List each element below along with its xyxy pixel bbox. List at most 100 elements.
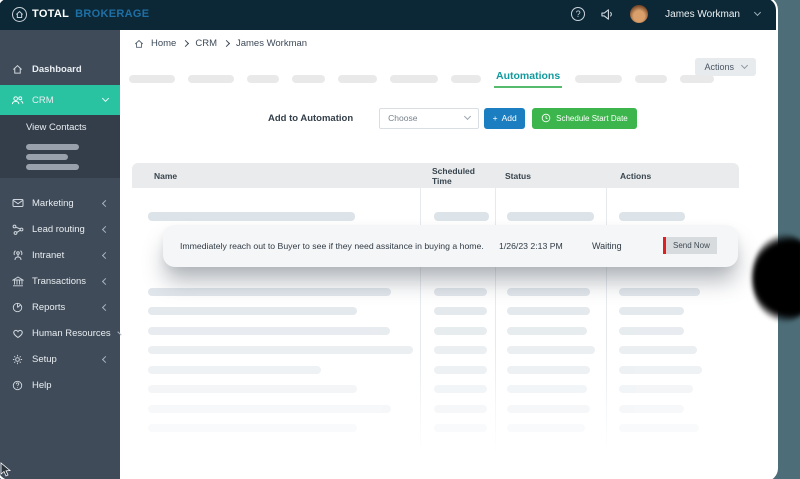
add-button[interactable]: + Add <box>484 107 526 129</box>
top-bar: TOTAL BROKERAGE ? James Workman <box>0 0 776 30</box>
sidebar-item-intranet[interactable]: Intranet <box>0 242 120 268</box>
sidebar-item-label: Dashboard <box>32 63 82 75</box>
schedule-button-label: Schedule Start Date <box>556 113 628 123</box>
skeleton-bar <box>507 326 587 335</box>
chevron-down-icon <box>464 112 472 121</box>
breadcrumb-item-crm[interactable]: CRM <box>195 38 217 49</box>
home-icon <box>11 64 24 75</box>
breadcrumb-home-icon[interactable] <box>134 39 144 49</box>
automation-select[interactable]: Choose <box>379 107 480 129</box>
skeleton-bar <box>148 365 321 374</box>
skeleton-bar <box>507 346 595 354</box>
sidebar-item-label: Help <box>32 379 52 391</box>
table-row-skeleton <box>132 307 739 316</box>
skeleton-bar <box>434 287 487 296</box>
logo-text-total: TOTAL <box>32 8 70 20</box>
megaphone-icon[interactable] <box>600 8 615 21</box>
skeleton-bar <box>507 365 590 374</box>
automation-name: Immediately reach out to Buyer to see if… <box>180 241 484 251</box>
automation-select-value: Choose <box>388 113 418 123</box>
skeleton-bar <box>434 404 487 413</box>
breadcrumb-separator-icon <box>182 39 190 48</box>
sidebar-menu-group: Marketing Lead routing Intranet Transact… <box>0 190 122 398</box>
sidebar-item-human-resources[interactable]: Human Resources <box>0 320 122 346</box>
automations-table: Name Scheduled Time Status Actions Immed… <box>132 163 739 475</box>
sidebar-item-lead-routing[interactable]: Lead routing <box>0 216 120 242</box>
schedule-start-date-button[interactable]: Schedule Start Date <box>532 107 637 129</box>
skeleton-bar <box>434 307 487 315</box>
skeleton-bar <box>507 385 587 393</box>
plus-icon: + <box>492 113 498 123</box>
tab-skeleton <box>635 75 668 83</box>
skeleton-bar <box>619 424 699 432</box>
chevron-left-icon <box>101 355 110 363</box>
sidebar-item-marketing[interactable]: Marketing <box>0 190 120 216</box>
mouse-cursor-icon <box>0 462 12 479</box>
sidebar-item-dashboard[interactable]: Dashboard <box>0 56 120 82</box>
sidebar: Dashboard CRM View Contacts Marketing Le… <box>0 30 122 479</box>
tab-automations[interactable]: Automations <box>494 70 563 88</box>
sidebar-item-label: Intranet <box>32 249 65 261</box>
chevron-left-icon <box>101 277 110 285</box>
add-to-automation-label: Add to Automation <box>268 112 354 124</box>
help-icon[interactable]: ? <box>571 7 586 21</box>
skeleton-bar <box>434 385 487 393</box>
chevron-left-icon <box>101 199 110 207</box>
tab-skeleton <box>247 75 279 83</box>
bank-icon <box>11 275 24 287</box>
skeleton-bar <box>619 346 697 354</box>
sidebar-item-label: Lead routing <box>32 223 85 235</box>
sidebar-item-view-contacts[interactable]: View Contacts <box>0 115 120 140</box>
sidebar-item-crm[interactable]: CRM <box>0 85 120 115</box>
sidebar-skeleton-bar <box>26 164 79 170</box>
skeleton-bar <box>434 365 487 374</box>
breadcrumb-item-contact[interactable]: James Workman <box>236 38 307 49</box>
question-icon <box>11 380 24 391</box>
user-avatar[interactable] <box>630 5 649 23</box>
skeleton-bar <box>434 326 487 335</box>
envelope-icon <box>11 198 24 208</box>
tab-skeleton <box>680 75 715 83</box>
skeleton-bar <box>619 287 700 296</box>
skeleton-bar <box>148 326 390 335</box>
topbar-right: ? James Workman <box>571 5 762 23</box>
user-menu-chevron-icon[interactable] <box>753 8 762 17</box>
automation-status: Waiting <box>592 241 622 251</box>
send-now-button[interactable]: Send Now <box>663 237 717 254</box>
chevron-left-icon <box>101 251 110 259</box>
tab-skeleton <box>338 75 377 83</box>
sidebar-submenu-skeletons <box>0 144 120 170</box>
table-row-skeleton <box>132 287 739 296</box>
skeleton-bar <box>507 287 590 296</box>
chevron-left-icon <box>101 303 110 311</box>
sidebar-item-transactions[interactable]: Transactions <box>0 268 120 294</box>
network-icon <box>11 224 24 235</box>
tab-skeleton <box>188 75 234 83</box>
sidebar-item-help[interactable]: Help <box>0 372 120 398</box>
skeleton-bar <box>148 287 391 296</box>
tab-skeleton <box>390 75 438 83</box>
breadcrumb-item-home[interactable]: Home <box>151 38 176 49</box>
sidebar-item-label: Setup <box>32 353 57 365</box>
crm-submenu: View Contacts <box>0 115 120 178</box>
chevron-down-icon <box>101 94 110 103</box>
pie-chart-icon <box>11 302 24 313</box>
user-name[interactable]: James Workman <box>665 9 740 20</box>
table-row-skeleton <box>132 346 739 355</box>
sidebar-item-setup[interactable]: Setup <box>0 346 120 372</box>
table-row-skeleton <box>132 424 739 433</box>
highlighted-automation-row[interactable]: Immediately reach out to Buyer to see if… <box>163 225 738 267</box>
skeleton-bar <box>507 424 585 432</box>
sidebar-item-label: CRM <box>32 94 54 106</box>
sidebar-item-reports[interactable]: Reports <box>0 294 120 320</box>
tab-skeleton <box>292 75 325 83</box>
skeleton-bar <box>148 346 413 354</box>
skeleton-bar <box>619 326 684 335</box>
skeleton-bar <box>619 307 684 315</box>
skeleton-bar <box>434 424 487 432</box>
sidebar-item-label: Transactions <box>32 275 87 287</box>
sidebar-item-label: Reports <box>32 301 66 313</box>
add-button-label: Add <box>501 113 517 123</box>
chevron-down-icon <box>740 61 749 70</box>
skeleton-bar <box>148 307 357 315</box>
